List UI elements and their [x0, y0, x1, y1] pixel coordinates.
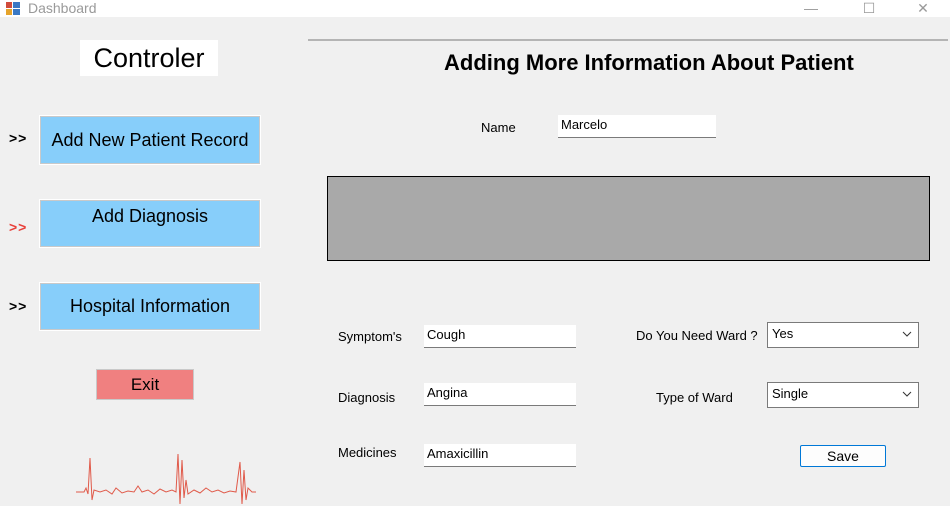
medicines-field[interactable]: Amaxicillin — [424, 444, 576, 467]
exit-button[interactable]: Exit — [96, 369, 194, 400]
ward-type-value: Single — [772, 386, 809, 401]
top-divider — [308, 39, 948, 41]
symptoms-field[interactable]: Cough — [424, 325, 576, 348]
close-button[interactable]: ✕ — [900, 0, 946, 17]
diagnosis-label: Diagnosis — [338, 390, 396, 405]
maximize-button[interactable]: ☐ — [846, 0, 892, 17]
nav-arrow-add-diagnosis: >> — [9, 219, 28, 235]
need-ward-label: Do You Need Ward ? — [636, 328, 758, 343]
nav-arrow-hospital-info: >> — [9, 298, 28, 314]
ward-type-label: Type of Ward — [656, 390, 733, 405]
add-diagnosis-button[interactable]: Add Diagnosis — [39, 199, 261, 248]
info-panel — [327, 176, 930, 261]
need-ward-value: Yes — [772, 326, 794, 341]
name-label: Name — [481, 120, 516, 135]
diagnosis-field[interactable]: Angina — [424, 383, 576, 406]
minimize-button[interactable]: — — [788, 0, 834, 17]
ward-type-select[interactable]: Single — [767, 382, 919, 408]
save-button[interactable]: Save — [800, 445, 886, 467]
page-title: Adding More Information About Patient — [444, 50, 854, 75]
app-icon — [6, 2, 20, 15]
need-ward-select[interactable]: Yes — [767, 322, 919, 348]
chevron-down-icon — [902, 331, 912, 337]
ecg-heartbeat-image — [76, 453, 256, 505]
chevron-down-icon — [902, 391, 912, 397]
name-field[interactable]: Marcelo — [558, 115, 716, 138]
hospital-information-button[interactable]: Hospital Information — [39, 282, 261, 331]
add-new-patient-record-button[interactable]: Add New Patient Record — [39, 115, 261, 165]
medicines-label: Medicines — [338, 445, 397, 460]
nav-arrow-add-patient: >> — [9, 130, 28, 146]
controller-title: Controler — [80, 40, 218, 76]
symptoms-label: Symptom's — [338, 329, 402, 344]
title-bar: Dashboard — ☐ ✕ — [0, 0, 950, 17]
window-title: Dashboard — [28, 0, 97, 16]
